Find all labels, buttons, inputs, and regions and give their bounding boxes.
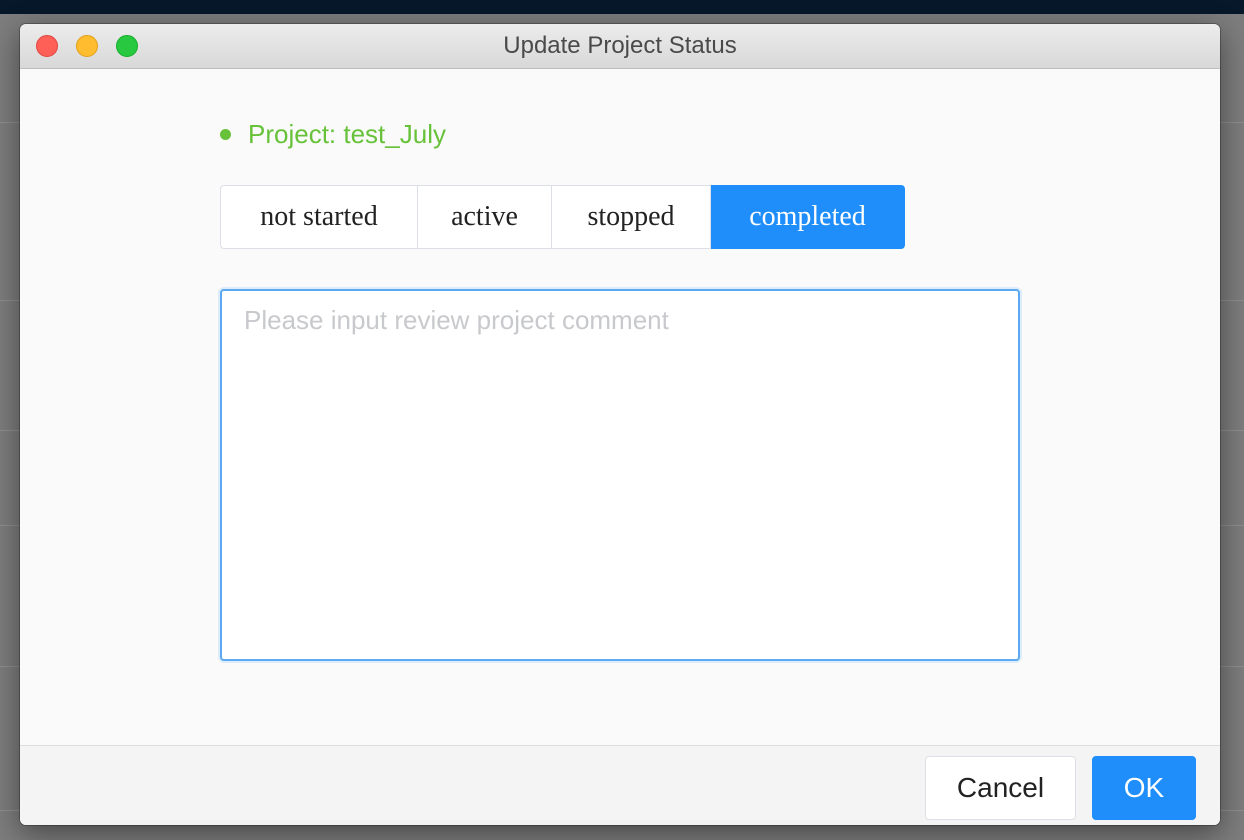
cancel-button[interactable]: Cancel <box>925 756 1076 820</box>
status-option-not-started[interactable]: not started <box>220 185 418 249</box>
status-option-completed[interactable]: completed <box>711 185 905 249</box>
status-option-stopped[interactable]: stopped <box>552 185 711 249</box>
window-title: Update Project Status <box>503 32 737 59</box>
ok-button[interactable]: OK <box>1092 756 1196 820</box>
status-dot-icon <box>220 128 231 140</box>
update-project-status-dialog: Update Project Status Project: test_July… <box>20 24 1220 825</box>
project-info: Project: test_July <box>220 116 446 152</box>
title-bar[interactable]: Update Project Status <box>20 24 1220 69</box>
comment-input[interactable] <box>220 289 1020 661</box>
background-app-topbar <box>0 0 1244 14</box>
status-selector: not started active stopped completed <box>220 185 905 249</box>
status-option-active[interactable]: active <box>418 185 552 249</box>
dialog-footer: Cancel OK <box>20 745 1220 825</box>
project-label: Project: test_July <box>248 118 446 149</box>
